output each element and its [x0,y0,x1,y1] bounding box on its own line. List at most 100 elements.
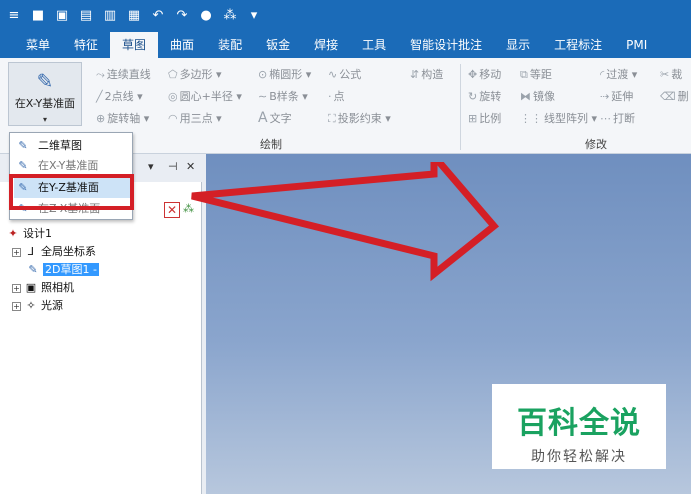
sketch-plane-icon: ✎ [36,69,54,93]
tool-text[interactable]: A 文字 [258,110,292,126]
point-icon: · [328,90,332,103]
circle-icon: ◎ [168,90,178,103]
scale-icon: ⊞ [468,112,478,125]
pin-icon[interactable]: ⊣ [168,160,178,173]
tab-sheet-metal[interactable]: 钣金 [254,32,302,58]
tab-tools[interactable]: 工具 [350,32,398,58]
text-icon: A [258,110,268,126]
offset-icon: ⧉ [520,68,528,81]
tool-delete[interactable]: ⌫ 删 [660,88,689,104]
group-label-draw: 绘制 [260,138,282,151]
settings-icon[interactable]: ● [198,8,214,23]
tool-rotate[interactable]: ↻ 旋转 [468,88,501,104]
clear-filter-icon[interactable]: ✕ [164,202,180,218]
polyline-icon: ⤳ [96,68,105,81]
menu-item-2d-sketch[interactable]: ✎ 二维草图 [14,136,130,156]
tool-break[interactable]: ⋯ 打断 [600,110,635,126]
tree-item-camera[interactable]: + ▣ 照相机 [12,280,74,296]
camera-icon: ▣ [25,281,37,294]
tab-display[interactable]: 显示 [494,32,542,58]
tab-weld[interactable]: 焊接 [302,32,350,58]
save-icon[interactable]: ▤ [78,8,94,23]
xy-plane-icon: ✎ [18,159,28,172]
menu-item-xy-plane[interactable]: ✎ 在X-Y基准面 [14,156,130,176]
tool-linear-pattern[interactable]: ⋮⋮ 线型阵列 ▾ [520,110,597,126]
expand-icon[interactable]: + [12,301,21,311]
plane-select-button[interactable]: ✎ 在X-Y基准面 ▾ [8,62,82,126]
tool-project-constraint[interactable]: ⛶ 投影约束 ▾ [328,110,391,126]
watermark-logo: 百科全说 助你轻松解决 [492,384,666,469]
tool-formula[interactable]: ∿ 公式 [328,66,361,82]
line-icon: ╱ [96,90,103,103]
pattern-icon: ⋮⋮ [520,112,542,125]
sketch-icon: ✎ [28,263,38,276]
tab-surface[interactable]: 曲面 [158,32,206,58]
axis-icon: ⅃ [27,245,35,258]
sketch-icon: ✎ [18,139,28,152]
arc-icon: ◠ [168,112,178,125]
tab-feature[interactable]: 特征 [62,32,110,58]
break-icon: ⋯ [600,112,611,125]
tool-polygon[interactable]: ⬠ 多边形 ▾ [168,66,222,82]
construct-icon: ⇵ [410,68,420,81]
ellipse-icon: ⊙ [258,68,268,81]
panel-menu-icon[interactable]: ▾ [148,160,154,173]
tool-construct[interactable]: ⇵ 构造 [410,66,443,82]
dropdown-icon[interactable]: ▾ [246,8,262,23]
new-file-icon[interactable]: ■ [30,8,46,23]
tool-mirror[interactable]: ⧓ 镜像 [520,88,555,104]
undo-icon[interactable]: ↶ [150,8,166,23]
tool-trim[interactable]: ✂ 裁 [660,66,682,82]
design-icon: ✦ [8,227,18,240]
watermark-subtitle: 助你轻松解决 [531,449,627,465]
expand-icon[interactable]: + [12,283,21,293]
tree-root[interactable]: ✦ 设计1 [6,226,52,242]
expand-icon[interactable]: + [12,247,21,257]
fillet-icon: ◜ [600,68,605,81]
redo-icon[interactable]: ↷ [174,8,190,23]
tool-two-point-line[interactable]: ╱ 2点线 ▾ [96,88,143,104]
tool-scale[interactable]: ⊞ 比例 [468,110,501,126]
tool-offset[interactable]: ⧉ 等距 [520,66,552,82]
tab-pmi[interactable]: PMI [614,32,659,58]
export-icon[interactable]: ▦ [126,8,142,23]
open-icon[interactable]: ▣ [54,8,70,23]
tab-assembly[interactable]: 装配 [206,32,254,58]
pointer-arrow-icon [191,162,500,282]
tool-ellipse[interactable]: ⊙ 椭圆形 ▾ [258,66,311,82]
tool-move[interactable]: ✥ 移动 [468,66,501,82]
app-menu-icon[interactable]: ≡ [6,8,22,23]
tool-extend[interactable]: ⇢ 延伸 [600,88,633,104]
bspline-icon: ∼ [258,90,268,103]
chevron-down-icon: ▾ [42,115,47,124]
plane-select-label: 在X-Y基准面 [14,97,76,110]
tool-fillet[interactable]: ◜ 过渡 ▾ [600,66,637,82]
tool-three-point[interactable]: ◠ 用三点 ▾ [168,110,222,126]
filter-icon[interactable]: ⁂ [222,8,238,23]
tab-sketch[interactable]: 草图 [110,32,159,58]
extend-icon: ⇢ [600,90,610,103]
tree-item-global-cs[interactable]: + ⅃ 全局坐标系 [12,244,96,260]
print-icon[interactable]: ▥ [102,8,118,23]
quick-access-toolbar: ≡ ■ ▣ ▤ ▥ ▦ ↶ ↷ ● ⁂ ▾ [0,0,691,30]
tab-smart-annotation[interactable]: 智能设计批注 [398,32,494,58]
highlight-box [9,174,134,210]
rotate-axis-icon: ⊕ [96,112,106,125]
tool-polyline[interactable]: ⤳ 连续直线 [96,66,151,82]
ribbon-tabs: 菜单 特征 草图 曲面 装配 钣金 焊接 工具 智能设计批注 显示 工程标注 P… [0,30,691,58]
mirror-icon: ⧓ [520,90,531,103]
watermark-title: 百科全说 [517,406,641,441]
tab-drafting[interactable]: 工程标注 [542,32,614,58]
delete-icon: ⌫ [660,90,676,103]
rotate-icon: ↻ [468,90,478,103]
tool-point[interactable]: · 点 [328,88,345,104]
tool-circle[interactable]: ◎ 圆心+半径 ▾ [168,88,242,104]
tree-item-light[interactable]: + ✧ 光源 [12,298,63,314]
tool-rotate-axis[interactable]: ⊕ 旋转轴 ▾ [96,110,149,126]
move-icon: ✥ [468,68,478,81]
tool-bspline[interactable]: ∼ B样条 ▾ [258,88,308,104]
tree-item-sketch[interactable]: ✎ 2D草图1 - [26,262,99,278]
tab-menu[interactable]: 菜单 [14,32,62,58]
project-icon: ⛶ [328,112,336,125]
group-label-modify: 修改 [585,138,607,151]
